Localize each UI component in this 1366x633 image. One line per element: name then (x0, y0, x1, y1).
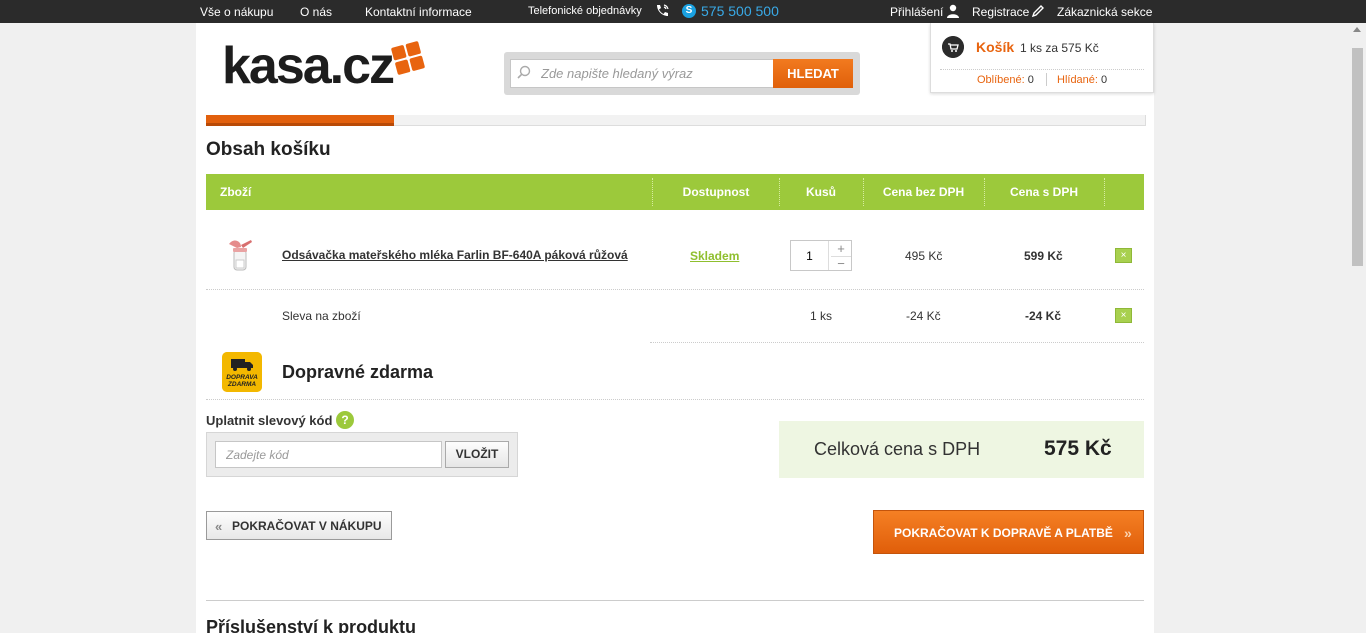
free-shipping-text: Dopravné zdarma (282, 362, 434, 382)
price-without-vat: 495 Kč (905, 249, 943, 263)
nav-link-contact[interactable]: Kontaktní informace (365, 5, 472, 19)
nav-link-about-us[interactable]: O nás (300, 5, 332, 19)
coupon-code-input[interactable] (215, 441, 442, 468)
watched-count: 0 (1101, 74, 1108, 86)
cart-table-header: Zboží Dostupnost Kusů Cena bez DPH Cena … (206, 174, 1144, 210)
scroll-up-arrow-icon[interactable] (1353, 27, 1361, 32)
total-price: 575 Kč (1044, 437, 1112, 460)
watched-label: Hlídané: (1057, 74, 1098, 86)
page-title: Obsah košíku (206, 139, 331, 160)
price-with-vat: 599 Kč (1024, 249, 1063, 263)
cart-divider (940, 69, 1144, 70)
accessories-title: Příslušenství k produktu (206, 617, 417, 633)
column-divider (1104, 178, 1105, 206)
section-divider (206, 600, 1144, 601)
row-divider (206, 289, 1144, 290)
continue-shopping-button[interactable]: « POKRAČOVAT V NÁKUPU (206, 511, 392, 540)
phone-icon (657, 4, 669, 16)
continue-to-shipping-label: POKRAČOVAT K DOPRAVĚ A PLATBĚ (894, 526, 1113, 540)
apply-coupon-button[interactable]: VLOŽIT (445, 441, 509, 468)
discount-with-vat: -24 Kč (1025, 309, 1062, 323)
cart-summary: 1 ks za 575 Kč (1020, 41, 1099, 55)
favorites-label: Oblíbené: (977, 74, 1025, 86)
help-icon[interactable]: ? (336, 411, 354, 429)
top-bar: Vše o nákupu O nás Kontaktní informace T… (0, 0, 1366, 23)
search-input[interactable] (541, 60, 771, 87)
discount-without-vat: -24 Kč (906, 309, 941, 323)
logo[interactable]: kasa.cz (222, 40, 395, 92)
column-header-quantity: Kusů (806, 185, 836, 199)
column-header-product: Zboží (220, 185, 252, 199)
favorites-link[interactable]: Oblíbené: 0 (977, 74, 1034, 86)
remove-discount-button[interactable]: × (1115, 308, 1132, 323)
chevron-left-icon: « (215, 519, 223, 534)
phone-orders-label: Telefonické objednávky (528, 5, 642, 17)
register-link[interactable]: Registrace (972, 5, 1029, 19)
chevron-right-icon: » (1124, 525, 1132, 541)
cart-icon (942, 36, 964, 58)
free-shipping-icon: DOPRAVA ZDARMA (222, 352, 262, 392)
availability-status[interactable]: Skladem (690, 249, 739, 263)
discount-quantity: 1 ks (810, 309, 833, 323)
pencil-icon (1031, 5, 1044, 18)
row-divider (650, 342, 1144, 343)
scrollbar-thumb[interactable] (1352, 48, 1363, 266)
quantity-decrease-button[interactable]: − (831, 256, 851, 270)
phone-number[interactable]: 575 500 500 (701, 3, 779, 19)
quantity-input[interactable] (791, 241, 829, 270)
cart-title[interactable]: Košík (976, 39, 1014, 55)
continue-to-shipping-button[interactable]: POKRAČOVAT K DOPRAVĚ A PLATBĚ » (873, 510, 1144, 554)
quantity-increase-button[interactable]: + (831, 242, 851, 255)
cart-widget-separator (1046, 73, 1047, 86)
login-link[interactable]: Přihlášení (890, 5, 943, 19)
row-divider (206, 399, 1144, 400)
cart-widget[interactable] (930, 23, 1154, 93)
search-input-wrapper (510, 59, 774, 88)
coupon-label: Uplatnit slevový kód (206, 413, 333, 428)
skype-icon[interactable]: S (682, 4, 696, 18)
discount-label: Sleva na zboží (282, 309, 361, 323)
free-shipping-badge-line-2: ZDARMA (227, 381, 256, 388)
watched-link[interactable]: Hlídané: 0 (1057, 74, 1107, 86)
nav-link-about-shopping[interactable]: Vše o nákupu (200, 5, 273, 19)
free-shipping-badge-line-1: DOPRAVA (226, 374, 258, 381)
column-header-price-with-vat: Cena s DPH (1009, 185, 1079, 199)
column-header-availability: Dostupnost (682, 185, 750, 199)
quantity-stepper: + − (790, 240, 852, 271)
product-name-link[interactable]: Odsávačka mateřského mléka Farlin BF-640… (282, 248, 628, 262)
continue-shopping-label: POKRAČOVAT V NÁKUPU (232, 519, 382, 533)
total-label: Celková cena s DPH (814, 439, 981, 459)
customer-section-link[interactable]: Zákaznická sekce (1057, 5, 1152, 19)
product-image[interactable] (219, 234, 263, 278)
favorites-count: 0 (1027, 74, 1034, 86)
checkout-step-active (206, 115, 394, 126)
search-icon (517, 65, 531, 79)
column-header-price-without-vat: Cena bez DPH (882, 185, 965, 199)
user-icon (947, 4, 959, 18)
search-button[interactable]: HLEDAT (773, 59, 853, 88)
remove-item-button[interactable]: × (1115, 248, 1132, 263)
logo-mark-icon (391, 41, 425, 75)
